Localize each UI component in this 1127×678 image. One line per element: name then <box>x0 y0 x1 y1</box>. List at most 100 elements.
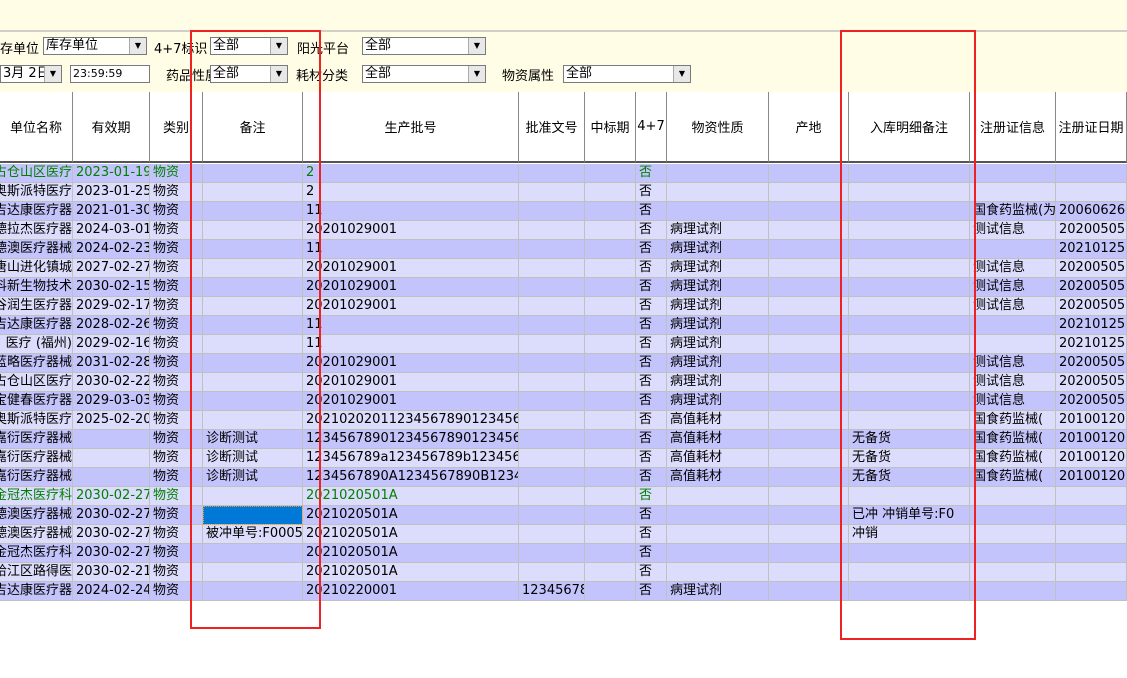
cell-origin[interactable] <box>769 544 849 563</box>
table-row[interactable]: 奥斯派特医疗 2025-02-20 物资 2021020201123456789012… <box>0 411 1127 430</box>
cell-material-nature[interactable] <box>667 202 769 221</box>
cell-material-nature[interactable] <box>667 525 769 544</box>
cell-unit-name[interactable]: 吉达康医疗器 <box>0 202 73 221</box>
cell-remark[interactable]: 被冲单号:F0005 <box>203 525 303 544</box>
cell-unit-name[interactable]: 金冠杰医疗科 <box>0 544 73 563</box>
cell-remark[interactable] <box>203 240 303 259</box>
cell-category[interactable]: 物资 <box>150 278 203 297</box>
cell-approval-no[interactable]: 12345678 <box>519 582 585 601</box>
cell-approval-no[interactable] <box>519 563 585 582</box>
cell-category[interactable]: 物资 <box>150 430 203 449</box>
cell-category[interactable]: 物资 <box>150 335 203 354</box>
cell-batch-no[interactable]: 20201029001 <box>303 221 519 240</box>
cell-inbound-remark[interactable] <box>849 582 970 601</box>
cell-reg-cert-info[interactable] <box>970 487 1056 506</box>
cell-reg-cert-date[interactable] <box>1056 582 1127 601</box>
cell-inbound-remark[interactable] <box>849 202 970 221</box>
cell-remark[interactable] <box>203 373 303 392</box>
cell-expiry[interactable]: 2023-01-25 <box>73 183 150 202</box>
cell-origin[interactable] <box>769 354 849 373</box>
cell-reg-cert-date[interactable] <box>1056 544 1127 563</box>
cell-expiry[interactable]: 2027-02-27 <box>73 259 150 278</box>
cell-remark[interactable]: 诊断测试 <box>203 449 303 468</box>
cell-batch-no[interactable]: 2021020501A <box>303 506 519 525</box>
cell-expiry[interactable] <box>73 468 150 487</box>
cell-approval-no[interactable] <box>519 183 585 202</box>
cell-remark[interactable] <box>203 582 303 601</box>
cell-expiry[interactable]: 2030-02-27 <box>73 506 150 525</box>
cell-flag47[interactable]: 否 <box>636 563 667 582</box>
cell-reg-cert-info[interactable]: 国食药监械( <box>970 468 1056 487</box>
cell-bid-period[interactable] <box>585 259 636 278</box>
cell-remark[interactable] <box>203 221 303 240</box>
cell-material-nature[interactable]: 高值耗材 <box>667 449 769 468</box>
cell-remark[interactable] <box>203 202 303 221</box>
cell-approval-no[interactable] <box>519 221 585 240</box>
sunshine-select[interactable]: 全部 ▼ <box>362 37 486 55</box>
cell-category[interactable]: 物资 <box>150 259 203 278</box>
cell-unit-name[interactable]: 宝健春医疗器 <box>0 392 73 411</box>
table-row[interactable]: 德澳医疗器械 2030-02-27 物资 被冲单号:F0005 2021020501A 否… <box>0 525 1127 544</box>
cell-remark[interactable] <box>203 259 303 278</box>
cell-reg-cert-info[interactable] <box>970 525 1056 544</box>
cell-category[interactable]: 物资 <box>150 468 203 487</box>
cell-batch-no[interactable]: 2 <box>303 183 519 202</box>
table-row[interactable]: 占仓山区医疗 2030-02-22 物资 20201029001 否病理试剂 测试信息 20… <box>0 373 1127 392</box>
cell-unit-name[interactable]: 抖新生物技术 <box>0 278 73 297</box>
cell-reg-cert-info[interactable] <box>970 582 1056 601</box>
cell-batch-no[interactable]: 2021020501A <box>303 563 519 582</box>
cell-reg-cert-info[interactable] <box>970 164 1056 183</box>
chevron-down-icon[interactable]: ▼ <box>270 38 287 54</box>
cell-inbound-remark[interactable]: 已冲 冲销单号:F0 <box>849 506 970 525</box>
cell-approval-no[interactable] <box>519 354 585 373</box>
cell-approval-no[interactable] <box>519 164 585 183</box>
cell-expiry[interactable]: 2025-02-20 <box>73 411 150 430</box>
table-row[interactable]: 嘉衍医疗器械 物资诊断测试123456789a123456789b12345678… <box>0 449 1127 468</box>
cell-origin[interactable] <box>769 297 849 316</box>
cell-unit-name[interactable]: 嘉衍医疗器械 <box>0 468 73 487</box>
cell-origin[interactable] <box>769 468 849 487</box>
cell-reg-cert-date[interactable]: 20200505 <box>1056 297 1127 316</box>
cell-inbound-remark[interactable] <box>849 335 970 354</box>
cell-material-nature[interactable]: 病理试剂 <box>667 335 769 354</box>
cell-category[interactable]: 物资 <box>150 544 203 563</box>
cell-reg-cert-date[interactable]: 20100120 <box>1056 468 1127 487</box>
cell-remark[interactable] <box>203 335 303 354</box>
cell-reg-cert-date[interactable] <box>1056 487 1127 506</box>
cell-material-nature[interactable]: 高值耗材 <box>667 468 769 487</box>
cell-unit-name[interactable]: 唐山进化镇城 <box>0 259 73 278</box>
cell-flag47[interactable]: 否 <box>636 411 667 430</box>
cell-material-nature[interactable]: 病理试剂 <box>667 240 769 259</box>
cell-approval-no[interactable] <box>519 297 585 316</box>
cell-reg-cert-date[interactable] <box>1056 563 1127 582</box>
cell-inbound-remark[interactable] <box>849 240 970 259</box>
cell-origin[interactable] <box>769 563 849 582</box>
table-row[interactable]: 哈江区路得医 2030-02-21 物资 2021020501A 否 <box>0 563 1127 582</box>
cell-bid-period[interactable] <box>585 335 636 354</box>
stock-unit-select[interactable]: 库存单位 ▼ <box>43 37 147 55</box>
cell-category[interactable]: 物资 <box>150 582 203 601</box>
cell-inbound-remark[interactable] <box>849 164 970 183</box>
cell-approval-no[interactable] <box>519 259 585 278</box>
cell-bid-period[interactable] <box>585 468 636 487</box>
column-header-expiry[interactable]: 有效期 <box>73 92 150 163</box>
cell-reg-cert-date[interactable] <box>1056 164 1127 183</box>
cell-unit-name[interactable]: 谷润生医疗器 <box>0 297 73 316</box>
table-row[interactable]: 占仓山区医疗 2023-01-19 物资 2 否 <box>0 164 1127 183</box>
cell-bid-period[interactable] <box>585 430 636 449</box>
chevron-down-icon[interactable]: ▼ <box>44 66 61 82</box>
table-row[interactable]: 唐山进化镇城 2027-02-27 物资 20201029001 否病理试剂 测试信息 20… <box>0 259 1127 278</box>
cell-category[interactable]: 物资 <box>150 411 203 430</box>
cell-reg-cert-info[interactable] <box>970 183 1056 202</box>
cell-expiry[interactable]: 2028-02-26 <box>73 316 150 335</box>
table-row[interactable]: 蓝略医疗器械 2031-02-28 物资 20201029001 否病理试剂 测试信息 20… <box>0 354 1127 373</box>
table-row[interactable]: 嘉衍医疗器械 物资诊断测试1234567890123456789012345678… <box>0 430 1127 449</box>
cell-remark[interactable] <box>203 183 303 202</box>
table-row[interactable]: 嘉衍医疗器械 物资诊断测试1234567890A1234567890B123456… <box>0 468 1127 487</box>
cell-approval-no[interactable] <box>519 240 585 259</box>
cell-unit-name[interactable]: 哈江区路得医 <box>0 563 73 582</box>
cell-remark[interactable]: 诊断测试 <box>203 468 303 487</box>
cell-material-nature[interactable]: 病理试剂 <box>667 316 769 335</box>
cell-bid-period[interactable] <box>585 449 636 468</box>
cell-expiry[interactable]: 2024-03-01 <box>73 221 150 240</box>
